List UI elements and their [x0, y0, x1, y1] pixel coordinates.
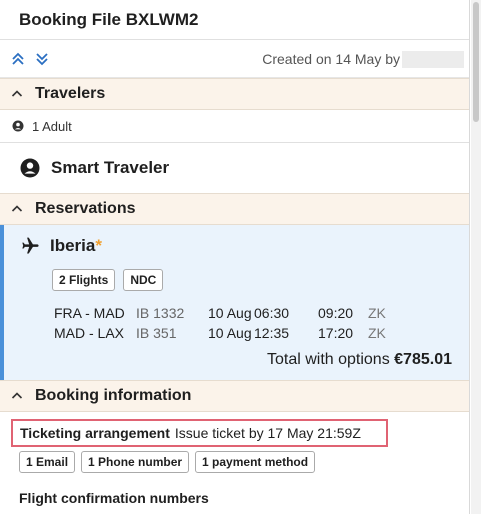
- flight-number: IB 351: [136, 325, 177, 341]
- reservation-chips: 2 Flights NDC: [52, 269, 164, 291]
- airline-row: Iberia *: [20, 236, 102, 256]
- chip-payment[interactable]: 1 payment method: [195, 451, 316, 473]
- section-travelers-header[interactable]: Travelers: [0, 78, 469, 110]
- redacted-author: [402, 51, 464, 68]
- flight-number: IB 1332: [136, 305, 185, 321]
- traveler-name: Smart Traveler: [51, 158, 170, 177]
- flight-row[interactable]: MAD - LAX IB 351 10 Aug 12:35 17:20 ZK: [54, 325, 414, 345]
- contact-chips: 1 Email 1 Phone number 1 payment method: [19, 451, 316, 473]
- created-info: Created on 14 May by: [262, 51, 400, 67]
- double-chevron-up-icon[interactable]: [10, 51, 26, 67]
- scrollbar[interactable]: [471, 0, 481, 514]
- total-label: Total with options: [266, 351, 390, 368]
- chip-phone[interactable]: 1 Phone number: [81, 451, 190, 473]
- airplane-icon: [20, 236, 40, 256]
- toolbar: Created on 14 May by: [0, 40, 469, 78]
- chevron-up-icon: [11, 87, 25, 101]
- flight-arrival: 09:20: [318, 305, 354, 321]
- section-title: Booking information: [35, 387, 192, 404]
- section-title: Reservations: [35, 200, 136, 217]
- reservation-total: Total with options €785.01: [267, 351, 452, 369]
- title-bar: Booking File BXLWM2: [0, 0, 469, 40]
- ticketing-arrangement[interactable]: Ticketing arrangement Issue ticket by 17…: [11, 419, 388, 447]
- flight-confirmation-heading: Flight confirmation numbers: [19, 490, 209, 506]
- total-value: €785.01: [394, 351, 452, 368]
- ticketing-label: Ticketing arrangement: [20, 425, 170, 441]
- flight-arrival: 17:20: [318, 325, 354, 341]
- flight-departure: 12:35: [254, 325, 290, 341]
- reservation-card[interactable]: Iberia * 2 Flights NDC FRA - MAD IB 1332…: [0, 225, 469, 381]
- flight-status: ZK: [368, 305, 386, 321]
- chip-email[interactable]: 1 Email: [19, 451, 76, 473]
- flight-date: 10 Aug: [208, 305, 252, 321]
- chip-ndc[interactable]: NDC: [123, 269, 164, 291]
- section-booking-info-header[interactable]: Booking information: [0, 380, 469, 412]
- section-reservations-header[interactable]: Reservations: [0, 193, 469, 225]
- chevron-up-icon: [11, 202, 25, 216]
- scrollbar-thumb[interactable]: [473, 2, 479, 122]
- page-title: Booking File BXLWM2: [19, 9, 199, 29]
- chevron-up-icon: [11, 389, 25, 403]
- ticketing-value: Issue ticket by 17 May 21:59Z: [174, 425, 361, 441]
- flight-date: 10 Aug: [208, 325, 252, 341]
- traveler-count-row: 1 Adult: [0, 110, 469, 143]
- traveler-count: 1 Adult: [32, 118, 72, 134]
- section-title: Travelers: [35, 85, 106, 102]
- flight-route: FRA - MAD: [54, 305, 125, 321]
- double-chevron-down-icon[interactable]: [34, 51, 50, 67]
- airline-name: Iberia: [50, 236, 96, 255]
- traveler-item[interactable]: Smart Traveler: [0, 143, 469, 193]
- preferred-star: *: [95, 236, 102, 255]
- flight-list: FRA - MAD IB 1332 10 Aug 06:30 09:20 ZK …: [54, 305, 414, 345]
- flight-status: ZK: [368, 325, 386, 341]
- booking-file-panel: Booking File BXLWM2 Created on 14 May by…: [0, 0, 470, 514]
- flight-route: MAD - LAX: [54, 325, 125, 341]
- person-icon: [12, 120, 24, 132]
- flight-row[interactable]: FRA - MAD IB 1332 10 Aug 06:30 09:20 ZK: [54, 305, 414, 325]
- chip-flights[interactable]: 2 Flights: [52, 269, 116, 291]
- flight-departure: 06:30: [254, 305, 290, 321]
- user-avatar-icon: [20, 158, 40, 178]
